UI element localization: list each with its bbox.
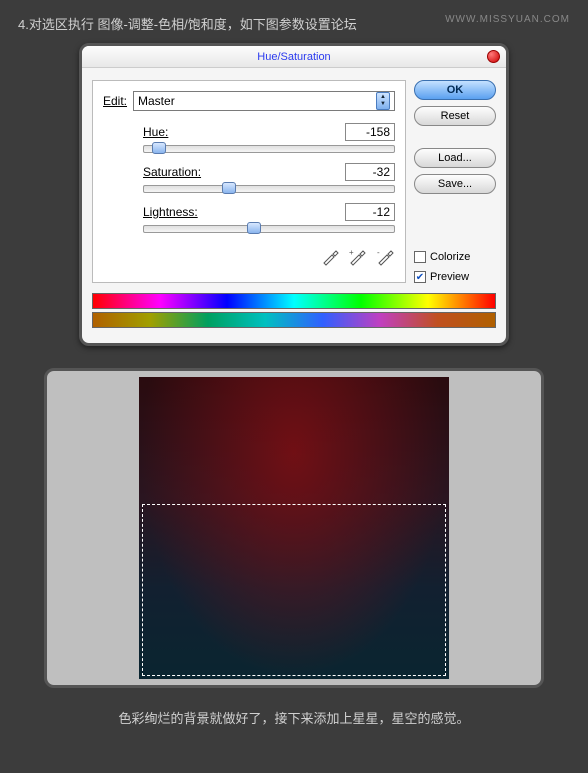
watermark: WWW.MISSYUAN.COM bbox=[445, 14, 570, 25]
colorize-checkbox[interactable]: Colorize bbox=[414, 251, 496, 263]
eyedropper-plus-icon[interactable]: + bbox=[347, 247, 367, 267]
titlebar[interactable]: Hue/Saturation bbox=[82, 46, 506, 68]
load-button[interactable]: Load... bbox=[414, 148, 496, 168]
eyedropper-minus-icon[interactable]: - bbox=[375, 247, 395, 267]
svg-text:+: + bbox=[349, 248, 354, 257]
ok-button[interactable]: OK bbox=[414, 80, 496, 100]
lightness-group: Lightness: -12 bbox=[143, 203, 395, 233]
dialog-title: Hue/Saturation bbox=[257, 51, 330, 63]
eyedropper-toolbar: + - bbox=[103, 247, 395, 270]
main-panel: Edit: Master ▲▼ Hue: -158 Saturation: bbox=[92, 80, 406, 283]
edit-value: Master bbox=[138, 94, 175, 108]
hue-group: Hue: -158 bbox=[143, 123, 395, 153]
lightness-input[interactable]: -12 bbox=[345, 203, 395, 221]
lightness-thumb[interactable] bbox=[247, 222, 261, 234]
hue-saturation-dialog: Hue/Saturation Edit: Master ▲▼ Hue: -158 bbox=[79, 43, 509, 346]
instruction-bottom: 色彩绚烂的背景就做好了，接下来添加上星星，星空的感觉。 bbox=[0, 708, 588, 727]
chevron-updown-icon[interactable]: ▲▼ bbox=[376, 92, 390, 110]
hue-input[interactable]: -158 bbox=[345, 123, 395, 141]
saturation-group: Saturation: -32 bbox=[143, 163, 395, 193]
hue-label: Hue: bbox=[143, 125, 168, 139]
lightness-label: Lightness: bbox=[143, 205, 198, 219]
spectrum-area bbox=[82, 293, 506, 343]
close-icon[interactable] bbox=[487, 50, 500, 63]
selection-marquee bbox=[142, 504, 446, 676]
save-button[interactable]: Save... bbox=[414, 174, 496, 194]
reset-button[interactable]: Reset bbox=[414, 106, 496, 126]
saturation-thumb[interactable] bbox=[222, 182, 236, 194]
spectrum-bottom[interactable] bbox=[92, 312, 496, 328]
svg-text:-: - bbox=[377, 248, 380, 257]
edit-dropdown[interactable]: Master ▲▼ bbox=[133, 91, 395, 111]
saturation-label: Saturation: bbox=[143, 165, 201, 179]
preview-canvas[interactable] bbox=[139, 377, 449, 679]
checkbox-checked-icon: ✔ bbox=[414, 271, 426, 283]
saturation-slider[interactable] bbox=[143, 185, 395, 193]
preview-frame bbox=[44, 368, 544, 688]
preview-checkbox[interactable]: ✔ Preview bbox=[414, 271, 496, 283]
lightness-slider[interactable] bbox=[143, 225, 395, 233]
eyedropper-icon[interactable] bbox=[320, 247, 340, 267]
checkbox-icon bbox=[414, 251, 426, 263]
hue-thumb[interactable] bbox=[152, 142, 166, 154]
saturation-input[interactable]: -32 bbox=[345, 163, 395, 181]
hue-slider[interactable] bbox=[143, 145, 395, 153]
spectrum-top[interactable] bbox=[92, 293, 496, 309]
colorize-label: Colorize bbox=[430, 251, 470, 263]
right-buttons: OK Reset Load... Save... Colorize ✔ Prev… bbox=[414, 80, 496, 283]
edit-label: Edit: bbox=[103, 94, 127, 108]
preview-label: Preview bbox=[430, 271, 469, 283]
